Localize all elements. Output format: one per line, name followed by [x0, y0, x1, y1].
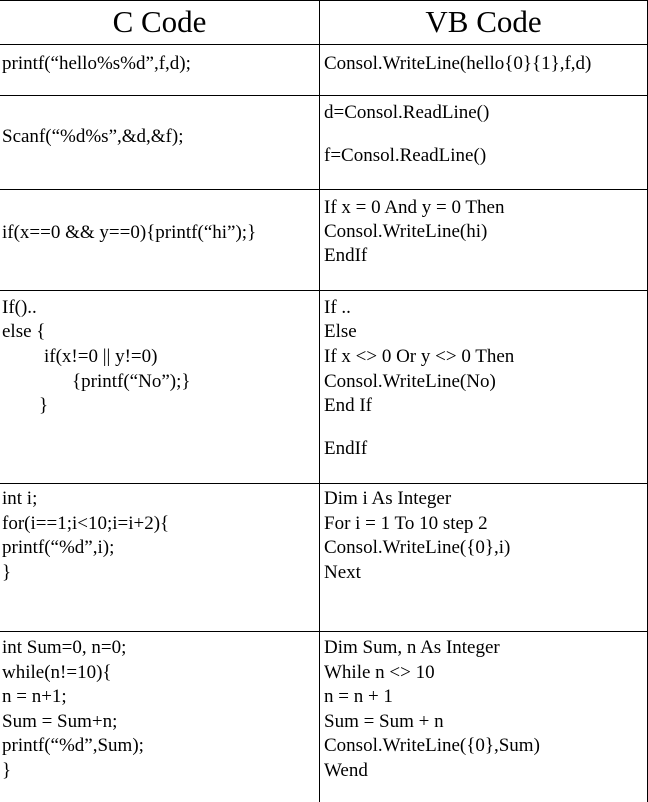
- c-line: }: [39, 395, 49, 416]
- c-line: Scanf(“%d%s”,&d,&f);: [2, 126, 184, 147]
- vb-line: End If: [324, 395, 373, 416]
- vb-line: Sum = Sum + n: [324, 711, 444, 732]
- row-6-vb-cell: Dim Sum, n As Integer While n <> 10 n = …: [320, 632, 648, 802]
- header-c-code: C Code: [0, 0, 320, 45]
- vb-line: Dim Sum, n As Integer: [324, 637, 500, 658]
- vb-line: If ..: [324, 297, 351, 318]
- c-line: while(n!=10){: [2, 662, 112, 683]
- vb-line: EndIf: [324, 438, 368, 459]
- row-2-vb-cell: d=Consol.ReadLine() f=Consol.ReadLine(): [320, 96, 648, 190]
- row-3-vb-cell: If x = 0 And y = 0 Then Consol.WriteLine…: [320, 190, 648, 291]
- vb-line: Consol.WriteLine({0},Sum): [324, 735, 540, 756]
- vb-line: Next: [324, 562, 361, 583]
- c-line: int i;: [2, 488, 38, 509]
- c-line: printf(“%d”,Sum);: [2, 735, 144, 756]
- vb-line: Consol.WriteLine(hi): [324, 221, 488, 242]
- vb-line: n = n + 1: [324, 686, 393, 707]
- c-line: printf(“%d”,i);: [2, 537, 115, 558]
- c-line: {printf(“No”);}: [72, 371, 191, 392]
- row-3-c-cell: if(x==0 && y==0){printf(“hi”);}: [0, 190, 320, 291]
- row-5-vb-cell: Dim i As Integer For i = 1 To 10 step 2 …: [320, 484, 648, 632]
- code-comparison-table: C Code VB Code printf(“hello%s%d”,f,d); …: [0, 0, 648, 802]
- row-4-vb-cell: If .. Else If x <> 0 Or y <> 0 Then Cons…: [320, 291, 648, 484]
- c-line: }: [2, 562, 12, 583]
- c-line: If()..: [2, 297, 37, 318]
- c-line: Sum = Sum+n;: [2, 711, 118, 732]
- vb-line: d=Consol.ReadLine(): [324, 102, 490, 123]
- c-line: int Sum=0, n=0;: [2, 637, 127, 658]
- c-line: n = n+1;: [2, 686, 67, 707]
- vb-line: EndIf: [324, 245, 368, 266]
- vb-line: Consol.WriteLine(hello{0}{1},f,d): [324, 53, 592, 74]
- vb-line: Else: [324, 321, 357, 342]
- c-line: for(i==1;i<10;i=i+2){: [2, 513, 170, 534]
- c-line: else {: [2, 321, 46, 342]
- vb-line: Consol.WriteLine({0},i): [324, 537, 511, 558]
- vb-line: If x = 0 And y = 0 Then: [324, 197, 505, 218]
- vb-line: For i = 1 To 10 step 2: [324, 513, 488, 534]
- vb-line: Dim i As Integer: [324, 488, 452, 509]
- vb-line: f=Consol.ReadLine(): [324, 145, 487, 166]
- vb-line: If x <> 0 Or y <> 0 Then: [324, 346, 515, 367]
- vb-line: While n <> 10: [324, 662, 435, 683]
- row-6-c-cell: int Sum=0, n=0; while(n!=10){ n = n+1; S…: [0, 632, 320, 802]
- vb-line: Wend: [324, 760, 368, 781]
- row-5-c-cell: int i; for(i==1;i<10;i=i+2){ printf(“%d”…: [0, 484, 320, 632]
- c-line: if(x!=0 || y!=0): [44, 346, 158, 367]
- c-line: printf(“hello%s%d”,f,d);: [2, 53, 191, 74]
- c-line: }: [2, 760, 12, 781]
- row-2-c-cell: Scanf(“%d%s”,&d,&f);: [0, 96, 320, 190]
- c-line: if(x==0 && y==0){printf(“hi”);}: [2, 222, 257, 243]
- vb-line: Consol.WriteLine(No): [324, 371, 496, 392]
- row-1-vb-cell: Consol.WriteLine(hello{0}{1},f,d): [320, 45, 648, 96]
- row-1-c-cell: printf(“hello%s%d”,f,d);: [0, 45, 320, 96]
- header-vb-code: VB Code: [320, 0, 648, 45]
- row-4-c-cell: If().. else { if(x!=0 || y!=0) {printf(“…: [0, 291, 320, 484]
